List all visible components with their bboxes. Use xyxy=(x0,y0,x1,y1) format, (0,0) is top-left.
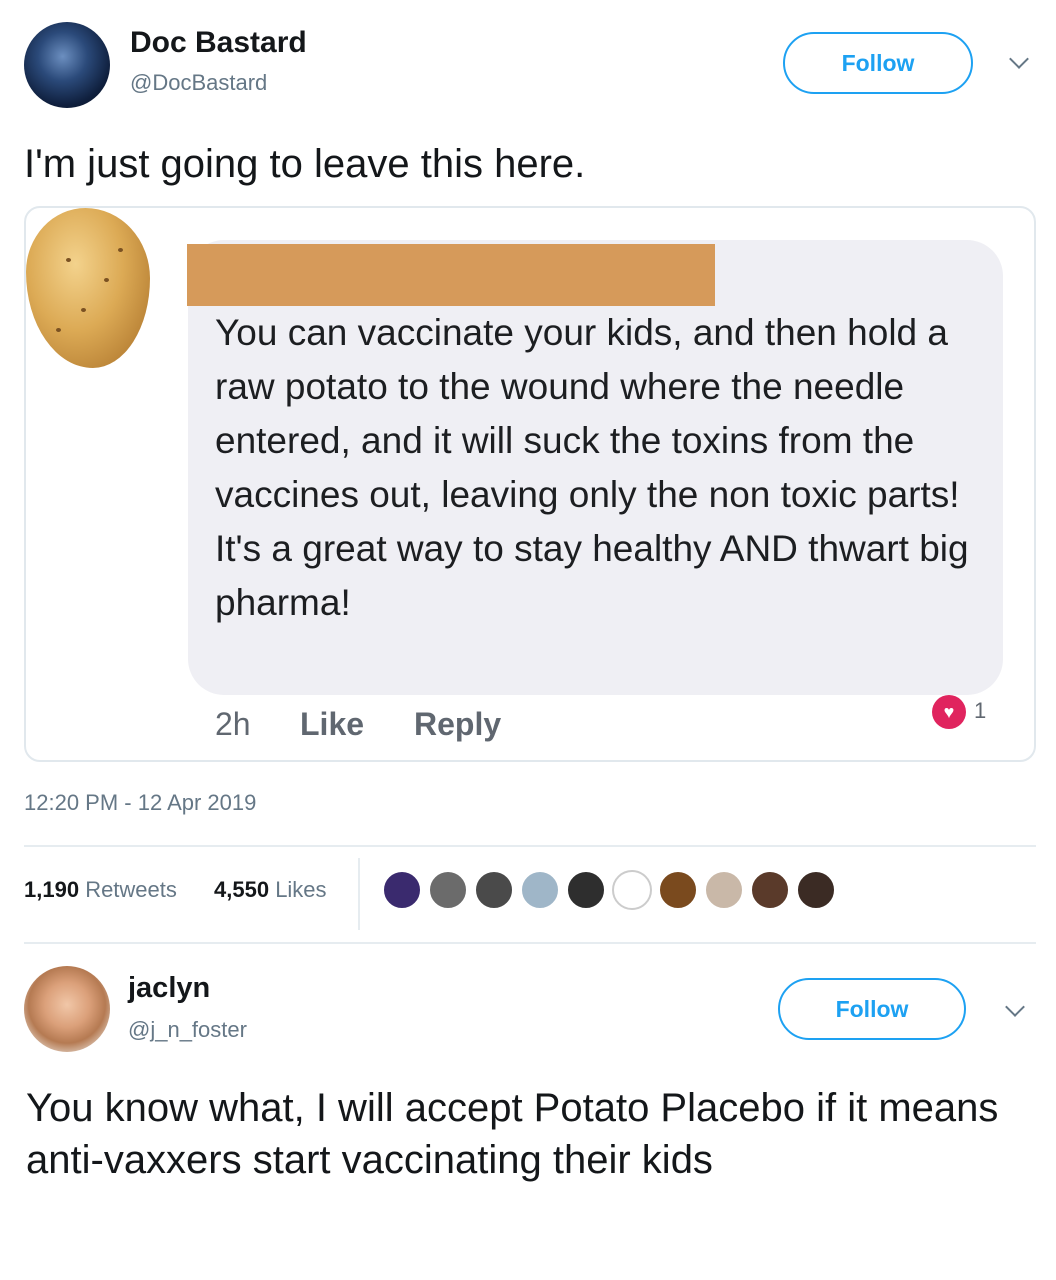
author-avatar[interactable] xyxy=(24,22,110,108)
liker-avatar[interactable] xyxy=(612,870,652,910)
liker-avatar[interactable] xyxy=(658,870,698,910)
liker-avatar[interactable] xyxy=(520,870,560,910)
author-name[interactable]: Doc Bastard xyxy=(130,26,307,60)
reply-follow-button-label: Follow xyxy=(835,995,909,1022)
liker-avatar[interactable] xyxy=(382,870,422,910)
follow-button[interactable]: Follow xyxy=(783,32,973,94)
chevron-down-icon[interactable] xyxy=(1005,997,1025,1017)
heart-reaction-icon: ♥ xyxy=(932,695,966,729)
comment-time: 2h xyxy=(215,706,251,742)
tweet-text: I'm just going to leave this here. xyxy=(24,142,586,186)
retweets-stat[interactable]: 1,190 Retweets xyxy=(24,877,177,903)
liker-avatar[interactable] xyxy=(704,870,744,910)
reply-text: You know what, I will accept Potato Plac… xyxy=(26,1086,999,1182)
stats-separator xyxy=(358,858,360,930)
reaction-count: 1 xyxy=(974,698,987,723)
liker-avatar[interactable] xyxy=(796,870,836,910)
chevron-down-icon[interactable] xyxy=(1009,49,1029,69)
likes-stat[interactable]: 4,550 Likes xyxy=(214,877,327,903)
comment-like-link: Like xyxy=(300,706,365,742)
liker-avatar[interactable] xyxy=(474,870,514,910)
tweet-timestamp[interactable]: 12:20 PM - 12 Apr 2019 xyxy=(24,790,256,816)
divider xyxy=(24,845,1036,847)
reply-author-name[interactable]: jaclyn xyxy=(128,972,210,1005)
reply-author-handle[interactable]: @j_n_foster xyxy=(128,1017,247,1043)
likes-label: Likes xyxy=(275,877,327,902)
likes-count: 4,550 xyxy=(214,877,270,902)
reply-author-avatar[interactable] xyxy=(24,966,110,1052)
liker-avatar[interactable] xyxy=(428,870,468,910)
author-handle[interactable]: @DocBastard xyxy=(130,70,267,96)
reply-follow-button[interactable]: Follow xyxy=(778,978,966,1040)
retweets-count: 1,190 xyxy=(24,877,80,902)
comment-text: You can vaccinate your kids, and then ho… xyxy=(215,312,969,623)
comment-reply-link: Reply xyxy=(414,706,502,742)
redacted-name xyxy=(187,244,715,306)
divider xyxy=(24,942,1036,944)
follow-button-label: Follow xyxy=(841,49,915,76)
liker-avatar[interactable] xyxy=(750,870,790,910)
liker-avatar[interactable] xyxy=(566,870,606,910)
retweets-label: Retweets xyxy=(85,877,177,902)
